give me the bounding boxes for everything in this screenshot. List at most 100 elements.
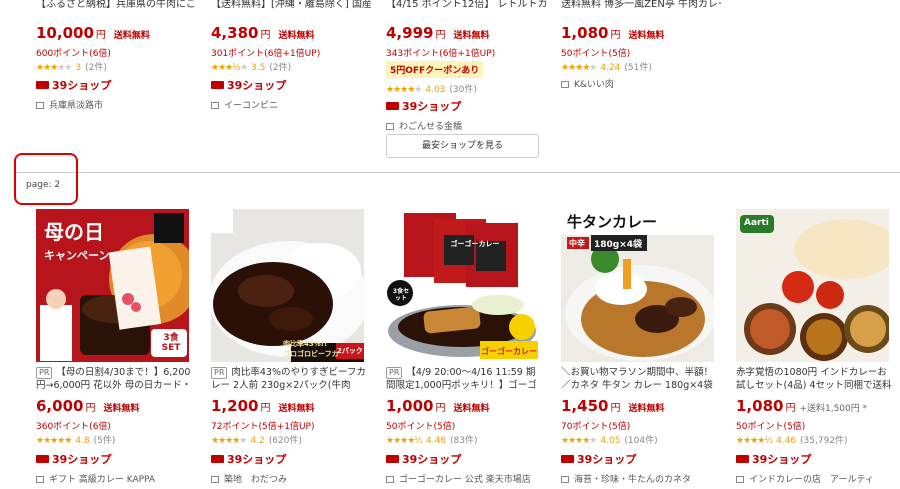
product-image[interactable]: 母の日 キャンペーン 3食SET [36,209,189,362]
product-title[interactable]: 赤字覚悟の1080円 インドカレーお試しセット(4品) 4セット同梱で送料無料＊ [736,366,894,392]
shop39-badge: 39ショップ [211,451,286,467]
rating[interactable]: ★★★★★ 3 (2件) [36,60,107,73]
store-link[interactable]: ギフト 高級カレー KAPPA [36,472,155,485]
yen-label: 円 [260,403,271,414]
product-image[interactable]: 牛タンカレー 中辛 180g×4袋 [561,209,714,362]
store-link[interactable]: インドカレーの店 アールティ [736,472,874,485]
truck-icon [36,81,49,89]
product-title[interactable]: 【4/15 ポイント12倍】 レトルトカレー 50食セット（5食入×10個）業務… [386,0,546,11]
star-rating-icon: ★★★½★ [211,63,248,73]
rating-value: 4.46 [426,436,447,446]
page-highlight-outline [14,153,78,205]
product-title[interactable]: 【送料無料】[沖縄・離島除く] 国産 当地和牛肉・豚肉使用レトルトカレー [211,0,371,11]
rating[interactable]: ★★★★½ 4.46 (83件) [386,433,478,446]
star-rating-icon: ★★★★★ [561,436,597,446]
pr-badge: PR [36,367,53,379]
pr-badge: PR [211,367,228,379]
shop39-label: 39ショップ [577,453,637,466]
shipping-fee-label: +送料1,500円 * [799,404,868,414]
shop39-badge: 39ショップ [36,451,111,467]
pr-badge: PR [386,367,403,379]
points-label: 301ポイント(6倍+1倍UP) [211,49,321,59]
price: 1,080 [561,24,609,42]
rating[interactable]: ★★★★★ 4.2 (620件) [211,433,302,446]
rating[interactable]: ★★★★★ 4.05 (104件) [561,433,658,446]
product-title[interactable]: PR 【4/9 20:00～4/16 11:59 期間限定1,000円ポッキリ！】… [386,366,544,392]
image-badge: 3食SET [161,333,181,353]
store-name: イーコンビニ [224,101,279,111]
product-description: 肉比率43%のやりすぎビーフカレー 2人前 230g×2パック(牛肉100g/1… [211,367,366,391]
store-icon [561,81,569,88]
review-count: (2件) [269,63,292,73]
store-icon [211,476,219,483]
store-link[interactable]: 海苔・珍味・牛たんのカネタ [561,472,691,485]
yen-label: 円 [785,403,796,414]
cheapest-shop-button[interactable]: 最安ショップを見る [386,134,539,158]
star-rating-icon: ★★★★½ [736,436,773,446]
star-rating-icon: ★★★★½ [386,436,423,446]
store-name: 築地 わだつみ [224,475,288,485]
rating-value: 3.5 [251,63,266,73]
coupon-badge[interactable]: 5円OFFクーポンあり [386,61,484,78]
shop39-label: 39ショップ [52,453,112,466]
product-title[interactable]: 送料無料 博多一風ZEN亭 牛肉カレー 5食セット レトルトカレー チキンカレー [561,0,721,11]
shop39-badge: 39ショップ [386,451,461,467]
star-rating-icon: ★★★★★ [36,63,72,73]
product-title[interactable]: PR肉比率43%のやりすぎビーフカレー 2人前 230g×2パック(牛肉100g… [211,366,369,392]
rating[interactable]: ★★★★½ 4.46 (35,792件) [736,433,848,446]
image-text: 中辛 [569,239,585,248]
product-photo [386,209,539,362]
image-text: ゴーゴーカレー [450,240,500,248]
rating-value: 4.8 [75,436,90,446]
product-title[interactable]: PR 【母の日割4/30まで！】6,200円→6,000円 花以外 母の日カード・… [36,366,194,392]
image-text: 3食セット [392,288,410,302]
store-name: 兵庫県淡路市 [49,101,104,111]
points-label: 72ポイント(5倍+1倍UP) [211,422,315,432]
store-icon [386,476,394,483]
store-name: ギフト 高級カレー KAPPA [49,475,156,485]
rating-value: 4.46 [776,436,797,446]
store-link[interactable]: K&いい肉 [561,77,614,90]
store-link[interactable]: 築地 わだつみ [211,472,287,485]
review-count: (5件) [93,436,116,446]
star-rating-icon: ★★★★★ [211,436,247,446]
rating[interactable]: ★★★★★ 4.24 (51件) [561,60,652,73]
shop39-badge: 39ショップ [386,98,461,114]
store-name: インドカレーの店 アールティ [749,475,874,485]
store-icon [386,123,394,130]
product-image[interactable]: ゴーゴーカレー 3食セット ゴーゴーカレー [386,209,539,362]
price: 10,000 [36,24,94,42]
rating-value: 3 [75,63,82,73]
store-link[interactable]: 兵庫県淡路市 [36,98,103,111]
store-name: 海苔・珍味・牛たんのカネタ [574,475,692,485]
yen-label: 円 [260,30,271,41]
product-image[interactable]: Aarti [736,209,889,362]
store-name: K&いい肉 [574,80,614,90]
shop39-label: 39ショップ [402,453,462,466]
product-title[interactable]: 【ふるさと納税】兵庫県の牛肉にこだわった 今井ファームビーフカレー [36,0,196,11]
truck-icon [211,455,224,463]
shop39-label: 39ショップ [227,79,287,92]
store-link[interactable]: イーコンビニ [211,98,278,111]
review-count: (83件) [450,436,478,446]
price: 6,000 [36,397,84,415]
image-text: 肉比率43%!! [283,340,328,348]
store-link[interactable]: ゴーゴーカレー 公式 楽天市場店 [386,472,531,485]
shop39-badge: 39ショップ [561,451,636,467]
product-image[interactable]: 肉比率43%!! ゴロゴロビーフカレー 2パック [211,209,364,362]
price: 1,200 [211,397,259,415]
free-shipping-label: 送料無料 [453,404,490,414]
truck-icon [386,455,399,463]
store-icon [211,102,219,109]
yen-label: 円 [435,30,446,41]
rating[interactable]: ★★★★★ 4.8 (5件) [36,433,115,446]
store-link[interactable]: わごんせる金橋 [386,119,462,132]
rating-value: 4.24 [600,63,621,73]
product-title[interactable]: ＼お買い物マラソン期間中、半額！／カネタ 牛タン カレー 180g×4袋 レトル… [561,366,719,392]
yen-label: 円 [610,403,621,414]
rating[interactable]: ★★★½★ 3.5 (2件) [211,60,291,73]
store-icon [736,476,744,483]
rating[interactable]: ★★★★★ 4.03 (30件) [386,82,477,95]
shop39-badge: 39ショップ [36,77,111,93]
product-photo [736,209,889,362]
